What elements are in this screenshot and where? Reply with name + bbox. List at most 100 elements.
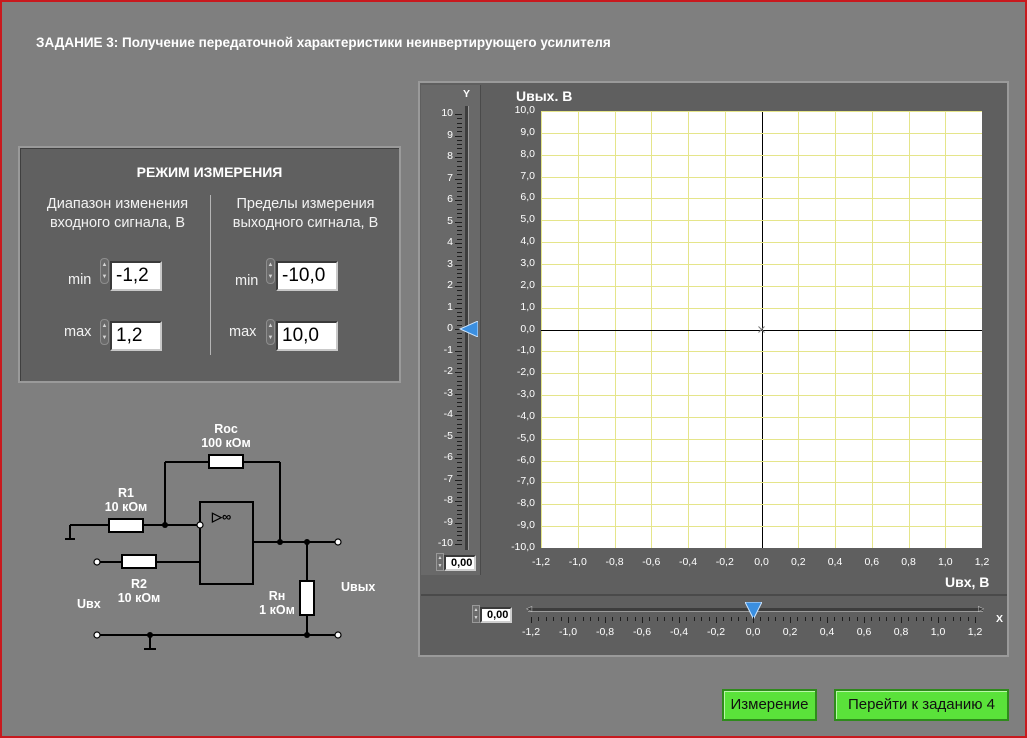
y-slider-tick-mark [457, 389, 462, 391]
y-slider-tick-mark [455, 350, 462, 352]
x-slider-tick-mark [901, 617, 902, 623]
y-slider-tick-mark [457, 251, 462, 253]
x-slider-tick-label: -0,8 [595, 626, 615, 638]
y-slider-tick-mark [457, 122, 462, 124]
x-tick-label: 0,0 [754, 556, 769, 568]
y-slider-tick-mark [457, 217, 462, 219]
x-slider-tick-mark [938, 617, 939, 623]
x-slider-tick-mark [619, 617, 621, 621]
x-slider-tick-label: 0,8 [893, 626, 909, 638]
output-max-label: max [229, 324, 257, 340]
input-range-title-line2: входного сигнала, В [49, 215, 186, 231]
output-max-field[interactable]: 10,0 [276, 321, 338, 351]
x-slider-tick-mark [738, 617, 740, 621]
measure-button[interactable]: Измерение [722, 689, 817, 721]
input-min-field[interactable]: -1,2 [110, 261, 162, 291]
x-slider-tick-mark [775, 617, 777, 621]
x-slider-tick-mark [804, 617, 806, 621]
y-slider-tick-mark [457, 148, 462, 150]
y-slider-tick-mark [457, 384, 462, 386]
y-tick-label: 7,0 [520, 169, 535, 182]
x-slider-tick-mark [612, 617, 614, 621]
y-tick-label: 0,0 [520, 322, 535, 335]
y-slider-tick-mark [457, 410, 462, 412]
y-slider-tick-label: 0 [447, 322, 453, 334]
rn-label: Rн [269, 589, 286, 603]
x-value-display: 0,00 [480, 607, 512, 623]
rn-value: 1 кОм [259, 603, 295, 617]
y-slider-tick-mark [457, 531, 462, 533]
x-slider-tick-mark [686, 617, 688, 621]
y-slider-tick-mark [457, 195, 462, 197]
roc-value: 100 кОм [201, 436, 251, 450]
x-tick-label: -0,8 [605, 556, 624, 568]
x-slider-tick-mark [923, 617, 925, 621]
x-slider-label: X [996, 613, 1004, 625]
x-value-spinner[interactable]: ▲ ▼ [472, 605, 480, 623]
r2-value: 10 кОм [118, 591, 161, 605]
opamp-symbol: ▷∞ [211, 509, 231, 524]
task-title: ЗАДАНИЕ 3: Получение передаточной характ… [36, 35, 611, 50]
y-slider-tick-label: -1 [443, 343, 453, 356]
x-tick-label: -0,6 [642, 556, 661, 568]
y-axis-title: Uвых. В [516, 88, 573, 104]
uout-label: Uвых [341, 580, 375, 594]
x-slider-tick-mark [790, 617, 791, 623]
y-slider-tick-mark [455, 200, 462, 201]
y-tick-label: 3,0 [520, 256, 535, 269]
output-min-field[interactable]: -10,0 [276, 261, 338, 291]
x-slider-tick-mark [760, 617, 762, 621]
y-tick-label: -1,0 [516, 344, 535, 357]
y-slider-tick-mark [457, 453, 462, 455]
x-slider-tick-mark [960, 617, 962, 621]
input-min-spinner[interactable]: ▲ ▼ [100, 258, 109, 284]
y-slider-tick-mark [457, 187, 462, 189]
y-tick-label: -3,0 [516, 388, 535, 401]
output-min-label: min [235, 273, 259, 289]
y-slider-tick-mark [455, 479, 462, 481]
x-slider-tick-mark [605, 617, 606, 623]
plot-area [541, 111, 983, 549]
y-value-spinner[interactable]: ▲ ▼ [436, 553, 444, 571]
x-slider-tick-mark [538, 617, 540, 621]
y-tick-label: -7,0 [516, 475, 535, 488]
r2-label: R2 [131, 577, 147, 591]
y-tick-label: -2,0 [516, 366, 535, 379]
next-task-button[interactable]: Перейти к заданию 4 [834, 689, 1009, 721]
amplifier-circuit-diagram: ▷∞ Roc 100 кОм R1 10 кОм R2 10 кОм Rн 1 … [65, 422, 375, 650]
x-slider-tick-mark [856, 617, 858, 621]
input-range-title: Диапазон изменения входного сигнала, В [30, 195, 205, 233]
x-slider-right-arrow[interactable]: ▷ [978, 604, 984, 613]
y-slider-tick-mark [457, 419, 462, 421]
x-slider-tick-mark [753, 617, 754, 623]
x-slider-tick-label: 1,2 [967, 626, 983, 638]
y-slider-tick-mark [457, 144, 462, 146]
y-slider-tick-mark [457, 337, 462, 339]
y-slider-tick-label: -8 [443, 494, 453, 506]
x-slider-tick-label: 0,6 [856, 626, 872, 638]
input-max-spinner[interactable]: ▲ ▼ [100, 319, 109, 345]
y-slider-tick-label: 3 [447, 257, 453, 270]
y-slider-tick-mark [455, 221, 462, 223]
y-slider-tick-mark [457, 475, 462, 477]
y-tick-label: 2,0 [520, 278, 535, 291]
x-slider-tick-mark [908, 617, 910, 621]
y-slider-tick-mark [457, 341, 462, 343]
y-slider-marker[interactable] [458, 321, 478, 337]
output-min-spinner[interactable]: ▲ ▼ [266, 258, 275, 284]
y-slider-tick-mark [457, 535, 462, 537]
output-max-spinner[interactable]: ▲ ▼ [266, 319, 275, 345]
y-slider-tick-label: -10 [437, 537, 453, 549]
x-slider-tick-mark [915, 617, 917, 621]
y-slider-label: Y [463, 88, 471, 100]
x-slider-tick-mark [716, 617, 717, 623]
y-slider-tick-mark [457, 359, 462, 361]
x-slider-tick-mark [834, 617, 836, 621]
y-slider-tick-mark [457, 423, 462, 425]
x-slider-tick-label: -0,4 [669, 626, 689, 638]
r1-value: 10 кОм [105, 500, 148, 514]
x-slider-tick-mark [708, 617, 710, 621]
input-max-field[interactable]: 1,2 [110, 321, 162, 351]
y-slider-tick-mark [457, 380, 462, 382]
x-slider-left-arrow[interactable]: ◁ [526, 604, 532, 613]
